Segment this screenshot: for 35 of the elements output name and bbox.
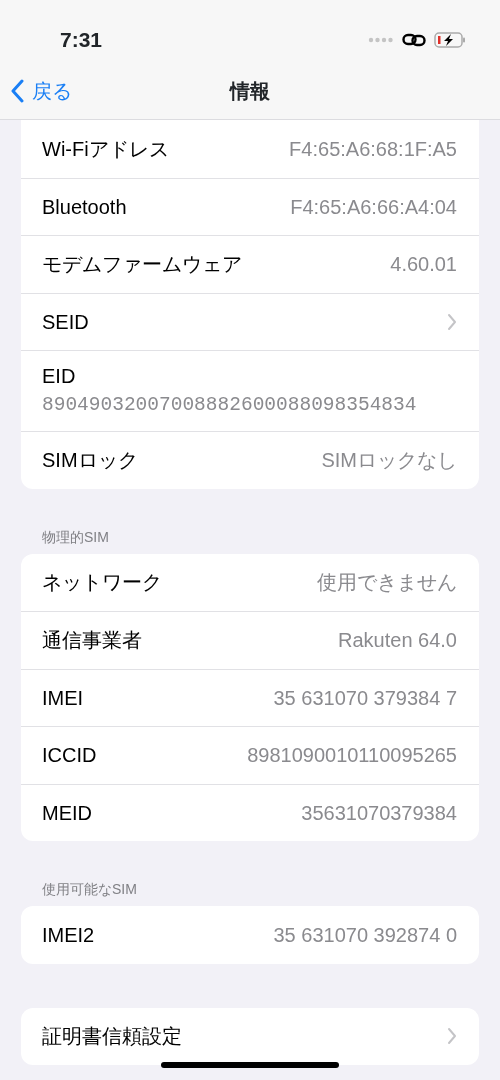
row-value: F4:65:A6:68:1F:A5: [289, 136, 457, 162]
section-header: 使用可能なSIM: [42, 881, 137, 897]
row-value: 35 631070 379384 7: [273, 685, 457, 711]
row-value: SIMロックなし: [321, 448, 457, 474]
section-header: 物理的SIM: [42, 528, 109, 545]
row-value: F4:65:A6:66:A4:04: [290, 194, 457, 220]
back-chevron-icon: [10, 78, 24, 103]
row-value: 4.60.01: [390, 252, 457, 278]
page-title: 情報: [230, 80, 270, 102]
row-label: IMEI2: [42, 922, 95, 948]
row-value: 35 631070 392874 0: [273, 922, 457, 948]
battery-icon: [434, 32, 466, 48]
row-label: Wi-Fiアドレス: [42, 136, 169, 162]
row-label: SIMロック: [42, 448, 138, 474]
chevron-icon[interactable]: [447, 312, 457, 331]
row-label: モデムファームウェア: [42, 252, 242, 278]
signal-icon: [368, 37, 394, 43]
row-label: Bluetooth: [42, 194, 127, 220]
row-label: EID: [42, 364, 76, 390]
row-label: SEID: [42, 309, 89, 335]
row-label: IMEI: [42, 685, 84, 711]
chevron-icon[interactable]: [447, 1027, 457, 1046]
row-label: 証明書信頼設定: [42, 1024, 182, 1050]
row-label: ネットワーク: [42, 570, 162, 596]
row-label: ICCID: [42, 743, 97, 769]
row-label: 通信事業者: [42, 628, 142, 654]
row-value: 89049032007008882600088098354834: [42, 393, 417, 419]
back-button[interactable]: 戻る: [0, 62, 72, 119]
row-value: Rakuten 64.0: [338, 628, 457, 654]
row-value: 8981090010110095265: [247, 743, 457, 769]
row-label: MEID: [42, 800, 92, 826]
link-icon: [402, 32, 426, 48]
status-time: 7:31: [60, 27, 103, 54]
row-value: 使用できません: [317, 570, 457, 596]
row-value: 35631070379384: [301, 800, 457, 826]
